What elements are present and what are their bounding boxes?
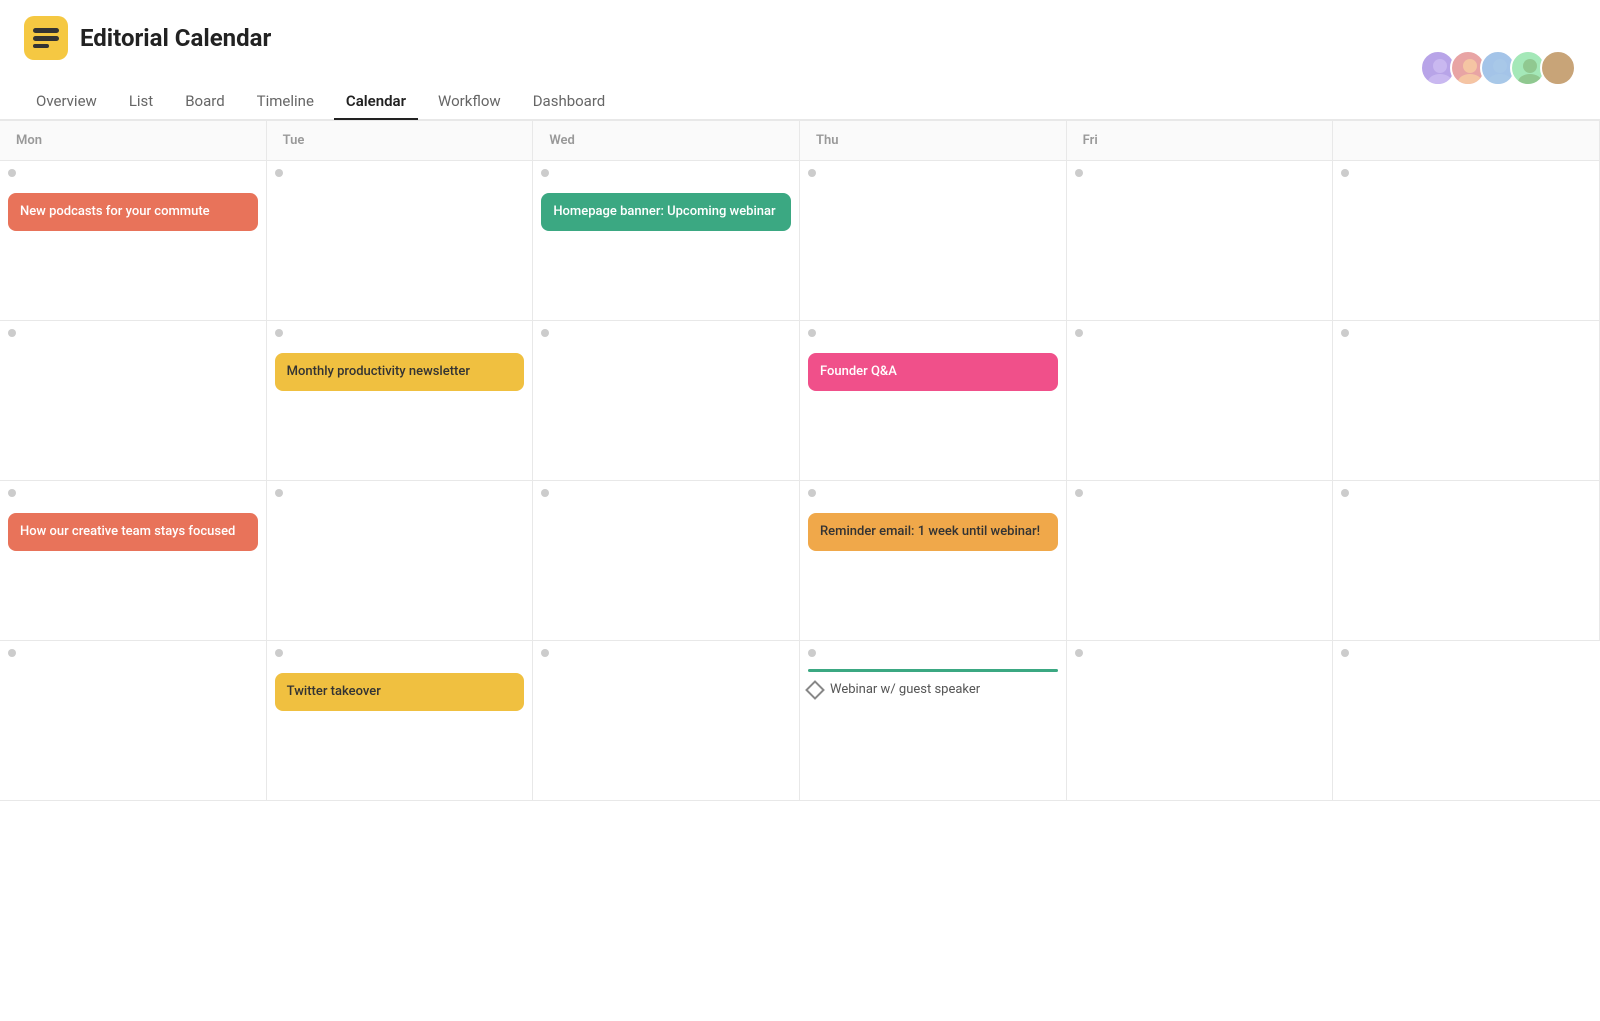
event-founder-qa[interactable]: Founder Q&A xyxy=(808,353,1058,391)
cell-row3-extra xyxy=(1333,481,1600,641)
dot-row4-tue xyxy=(275,649,283,657)
cell-row2-tue: Monthly productivity newsletter xyxy=(267,321,534,481)
event-creative-team[interactable]: How our creative team stays focused xyxy=(8,513,258,551)
green-accent-line xyxy=(808,669,1058,672)
cell-row4-mon xyxy=(0,641,267,801)
cell-row1-extra xyxy=(1333,161,1600,321)
cell-row3-thu: Reminder email: 1 week until webinar! xyxy=(800,481,1067,641)
dot-row3-extra xyxy=(1341,489,1349,497)
avatar-5 xyxy=(1540,50,1576,86)
cell-row3-mon: How our creative team stays focused xyxy=(0,481,267,641)
dot-row2-thu xyxy=(808,329,816,337)
dot-row2-extra xyxy=(1341,329,1349,337)
cell-row1-wed: Homepage banner: Upcoming webinar xyxy=(533,161,800,321)
dot-row1-fri xyxy=(1075,169,1083,177)
day-header-fri: Fri xyxy=(1067,121,1334,161)
dot-row4-thu xyxy=(808,649,816,657)
cell-row2-wed xyxy=(533,321,800,481)
event-webinar-guest[interactable]: Webinar w/ guest speaker xyxy=(808,676,1058,703)
event-homepage-banner[interactable]: Homepage banner: Upcoming webinar xyxy=(541,193,791,231)
nav-calendar[interactable]: Calendar xyxy=(334,84,418,120)
nav-timeline[interactable]: Timeline xyxy=(245,84,326,120)
nav-dashboard[interactable]: Dashboard xyxy=(521,84,618,120)
dot-row4-fri xyxy=(1075,649,1083,657)
user-avatars xyxy=(1420,50,1576,86)
dot-row4-wed xyxy=(541,649,549,657)
dot-row3-tue xyxy=(275,489,283,497)
day-header-tue: Tue xyxy=(267,121,534,161)
main-nav: Overview List Board Timeline Calendar Wo… xyxy=(24,84,617,119)
dot-row1-extra xyxy=(1341,169,1349,177)
cell-row3-fri xyxy=(1067,481,1334,641)
app-logo xyxy=(24,16,68,60)
cell-row1-thu xyxy=(800,161,1067,321)
dot-row2-fri xyxy=(1075,329,1083,337)
logo-title: Editorial Calendar xyxy=(24,16,271,60)
dot-row3-fri xyxy=(1075,489,1083,497)
nav-overview[interactable]: Overview xyxy=(24,84,109,120)
cell-row4-tue: Twitter takeover xyxy=(267,641,534,801)
cell-row4-extra xyxy=(1333,641,1600,801)
cell-row1-tue xyxy=(267,161,534,321)
event-webinar-label: Webinar w/ guest speaker xyxy=(830,682,980,697)
day-header-extra xyxy=(1333,121,1600,161)
dot-row3-mon xyxy=(8,489,16,497)
nav-board[interactable]: Board xyxy=(173,84,236,120)
event-twitter-takeover[interactable]: Twitter takeover xyxy=(275,673,525,711)
cell-row2-extra xyxy=(1333,321,1600,481)
dot-row3-thu xyxy=(808,489,816,497)
event-podcasts[interactable]: New podcasts for your commute xyxy=(8,193,258,231)
header-left: Editorial Calendar Overview List Board T… xyxy=(24,16,617,119)
dot-row1-tue xyxy=(275,169,283,177)
day-header-wed: Wed xyxy=(533,121,800,161)
event-newsletter[interactable]: Monthly productivity newsletter xyxy=(275,353,525,391)
app-header: Editorial Calendar Overview List Board T… xyxy=(0,0,1600,120)
dot-row4-extra xyxy=(1341,649,1349,657)
nav-workflow[interactable]: Workflow xyxy=(426,84,513,120)
day-header-thu: Thu xyxy=(800,121,1067,161)
cell-row4-thu: Webinar w/ guest speaker xyxy=(800,641,1067,801)
cell-row3-wed xyxy=(533,481,800,641)
app-title: Editorial Calendar xyxy=(80,24,271,52)
cell-row4-fri xyxy=(1067,641,1334,801)
cell-row2-fri xyxy=(1067,321,1334,481)
nav-list[interactable]: List xyxy=(117,84,165,120)
diamond-icon xyxy=(805,680,825,700)
cell-row2-thu: Founder Q&A xyxy=(800,321,1067,481)
cell-row4-wed xyxy=(533,641,800,801)
dot-row2-wed xyxy=(541,329,549,337)
cell-row1-fri xyxy=(1067,161,1334,321)
dot-row2-tue xyxy=(275,329,283,337)
dot-row3-wed xyxy=(541,489,549,497)
dot-row1-thu xyxy=(808,169,816,177)
dot-row2-mon xyxy=(8,329,16,337)
dot-row1-wed xyxy=(541,169,549,177)
dot-row4-mon xyxy=(8,649,16,657)
event-reminder-email[interactable]: Reminder email: 1 week until webinar! xyxy=(808,513,1058,551)
dot-row1-mon xyxy=(8,169,16,177)
day-header-mon: Mon xyxy=(0,121,267,161)
cell-row2-mon xyxy=(0,321,267,481)
calendar-grid: Mon Tue Wed Thu Fri New podcasts for you… xyxy=(0,120,1600,801)
cell-row1-mon: New podcasts for your commute xyxy=(0,161,267,321)
cell-row3-tue xyxy=(267,481,534,641)
